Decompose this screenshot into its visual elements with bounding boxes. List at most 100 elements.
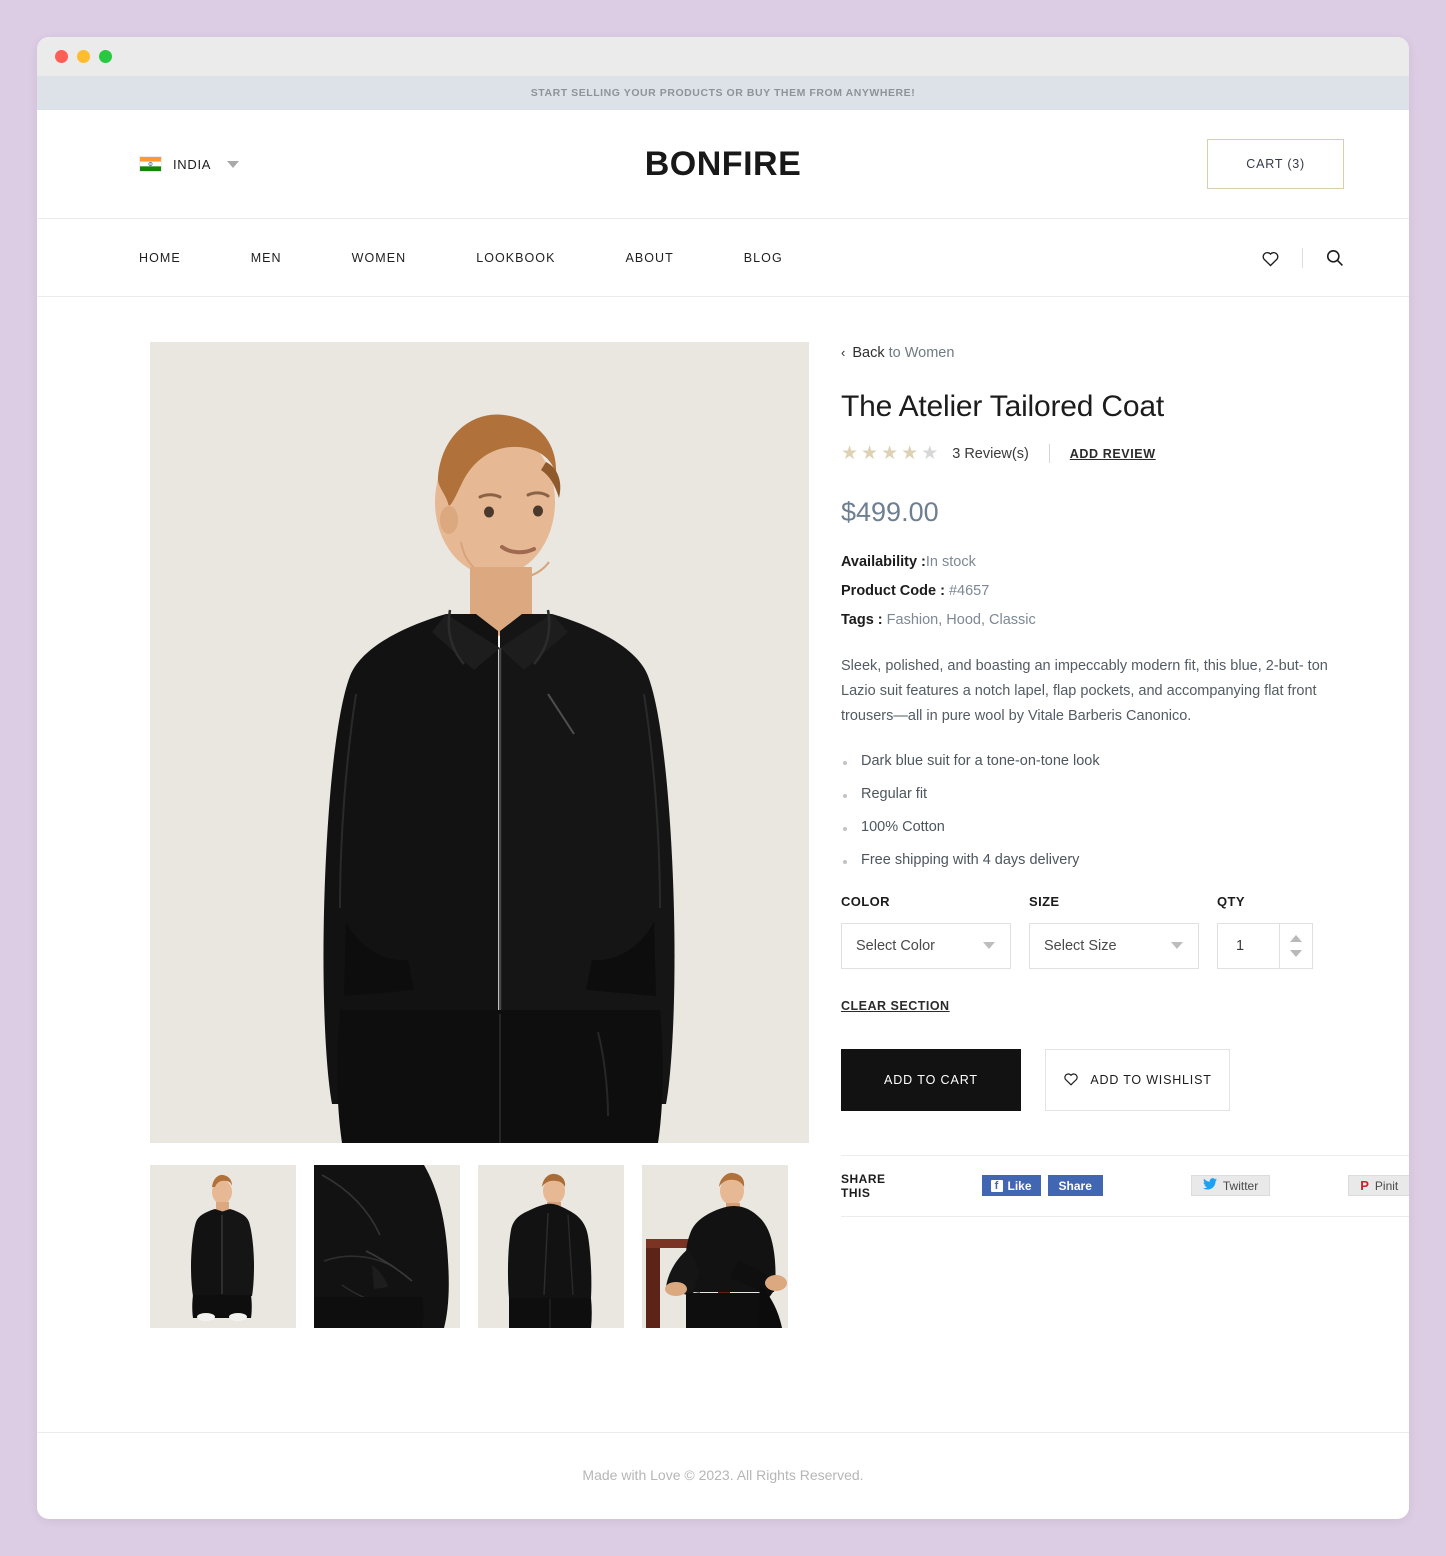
product-details: ‹ Back to Women The Atelier Tailored Coa… [841,342,1409,1328]
product-thumbnail-row [150,1165,809,1328]
tags-label: Tags : [841,612,887,628]
back-to-women-link[interactable]: ‹ Back to Women [841,345,954,361]
star-icon: ★ [841,443,859,464]
back-link-label: Back to Women [852,345,954,361]
nav-item-blog[interactable]: BLOG [744,251,825,265]
brand-logo[interactable]: BONFIRE [645,145,802,184]
size-option-group: SIZE Select Size [1029,894,1199,969]
nav-item-men[interactable]: MEN [251,251,324,265]
add-review-link[interactable]: ADD REVIEW [1070,447,1156,461]
promo-banner: START SELLING YOUR PRODUCTS OR BUY THEM … [37,76,1409,110]
nav-links: HOME MEN WOMEN LOOKBOOK ABOUT BLOG [139,251,825,265]
india-flag-icon [139,156,162,172]
add-to-wishlist-button[interactable]: ADD TO WISHLIST [1045,1048,1230,1111]
qty-label: QTY [1217,893,1245,909]
tags-value[interactable]: Fashion, Hood, Classic [887,612,1036,628]
nav-item-home[interactable]: HOME [139,251,223,265]
rating-divider [1048,444,1050,463]
chevron-down-icon [1171,942,1183,950]
size-select[interactable]: Select Size [1029,922,1199,969]
size-label: SIZE [1029,893,1060,909]
product-options: COLOR Select Color SIZE Select Size QTY [841,894,1409,969]
product-description: Sleek, polished, and boasting an impecca… [841,658,1328,724]
star-icon: ★ [861,443,879,464]
action-buttons: ADD TO CART ADD TO WISHLIST [841,1048,1409,1111]
footer-copyright: Made with Love © 2023. All Rights Reserv… [582,1466,864,1483]
nav-item-women[interactable]: WOMEN [352,251,449,265]
product-code-value: #4657 [948,583,990,599]
page-title: The Atelier Tailored Coat [841,390,1164,423]
search-icon[interactable] [1325,248,1344,267]
browser-chrome-bar [37,37,1409,76]
main-navigation: HOME MEN WOMEN LOOKBOOK ABOUT BLOG [37,219,1409,297]
size-select-value: Select Size [1044,937,1117,954]
product-code-label: Product Code : [841,583,949,599]
list-item: Dark blue suit for a tone-on-tone look [841,753,1409,769]
quantity-stepper[interactable]: 1 [1217,922,1313,969]
twitter-label: Twitter [1222,1178,1259,1193]
site-footer: Made with Love © 2023. All Rights Reserv… [37,1432,1409,1516]
add-to-cart-button[interactable]: ADD TO CART [841,1048,1021,1111]
list-item: 100% Cotton [841,819,1409,835]
facebook-like-button[interactable]: f Like [981,1175,1041,1197]
qty-stepper-buttons [1279,922,1313,969]
product-price: $499.00 [841,497,939,527]
close-window-button[interactable] [55,50,68,63]
country-label: INDIA [173,156,212,172]
facebook-share-button[interactable]: Share [1047,1175,1103,1197]
pinterest-share-button[interactable]: P Pinit [1348,1175,1409,1197]
list-item: Free shipping with 4 days delivery [841,852,1409,868]
add-to-wishlist-label: ADD TO WISHLIST [1090,1072,1212,1087]
availability-value: In stock [925,554,976,570]
site-header: INDIA BONFIRE CART (3) [37,110,1409,219]
chevron-down-icon [983,942,995,950]
product-code-row: Product Code : #4657 [841,583,1409,599]
twitter-share-button[interactable]: Twitter [1190,1175,1271,1197]
chevron-left-icon: ‹ [841,345,846,360]
facebook-icon: f [990,1179,1003,1192]
browser-window: START SELLING YOUR PRODUCTS OR BUY THEM … [37,37,1409,1519]
qty-decrement-icon[interactable] [1290,949,1302,957]
back-link-prefix: Back [852,344,885,361]
color-label: COLOR [841,893,890,909]
star-rating: ★ ★ ★ ★ ★ [841,444,938,463]
color-select-value: Select Color [856,937,935,954]
product-feature-list: Dark blue suit for a tone-on-tone look R… [841,753,1409,868]
star-icon: ★ [881,443,899,464]
color-select[interactable]: Select Color [841,922,1011,969]
heart-icon[interactable] [1261,249,1280,267]
list-item: Regular fit [841,786,1409,802]
nav-icon-divider [1302,247,1303,268]
nav-item-about[interactable]: ABOUT [625,251,715,265]
nav-item-lookbook[interactable]: LOOKBOOK [476,251,597,265]
clear-section-link[interactable]: CLEAR SECTION [841,999,950,1013]
product-hero-image[interactable] [150,342,809,1143]
promo-banner-text: START SELLING YOUR PRODUCTS OR BUY THEM … [530,87,916,99]
share-section: SHARE THIS f Like Share Twitter P Pinit [841,1154,1409,1217]
pinterest-icon: P [1360,1178,1369,1194]
product-thumbnail[interactable] [314,1165,460,1328]
maximize-window-button[interactable] [99,50,112,63]
nav-icons [1261,247,1344,268]
heart-icon [1063,1071,1079,1089]
minimize-window-button[interactable] [77,50,90,63]
pinterest-label: Pinit [1374,1178,1399,1193]
back-link-suffix: to Women [884,344,955,361]
product-thumbnail[interactable] [642,1165,788,1328]
qty-increment-icon[interactable] [1290,934,1302,942]
star-icon: ★ [921,443,939,464]
share-label: SHARE THIS [841,1171,886,1200]
qty-input[interactable]: 1 [1217,922,1279,969]
country-selector[interactable]: INDIA [139,156,240,172]
star-icon: ★ [901,443,919,464]
qty-option-group: QTY 1 [1217,894,1313,969]
product-thumbnail[interactable] [150,1165,296,1328]
color-option-group: COLOR Select Color [841,894,1011,969]
product-thumbnail[interactable] [478,1165,624,1328]
chevron-down-icon [227,160,240,168]
product-meta-list: Availability :In stock Product Code : #4… [841,554,1409,628]
tags-row: Tags : Fashion, Hood, Classic [841,612,1409,628]
cart-button[interactable]: CART (3) [1207,139,1344,189]
product-gallery [150,342,809,1328]
share-buttons: f Like Share Twitter P Pinit [981,1175,1409,1197]
